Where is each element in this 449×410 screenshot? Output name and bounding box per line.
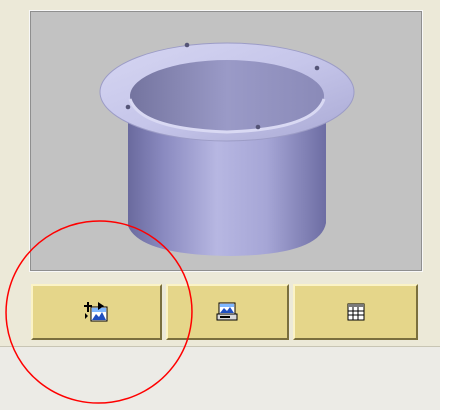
panel-right-edge [440, 0, 449, 410]
table-view-icon [347, 303, 364, 321]
panel-footer-area [0, 347, 440, 410]
insert-image-icon [83, 302, 107, 322]
cylinder-model-render [99, 42, 355, 256]
table-view-button[interactable] [293, 284, 418, 340]
insert-image-button[interactable] [31, 284, 162, 340]
model-preview[interactable] [29, 10, 423, 272]
print-preview-icon [216, 302, 237, 321]
print-preview-button[interactable] [166, 284, 289, 340]
